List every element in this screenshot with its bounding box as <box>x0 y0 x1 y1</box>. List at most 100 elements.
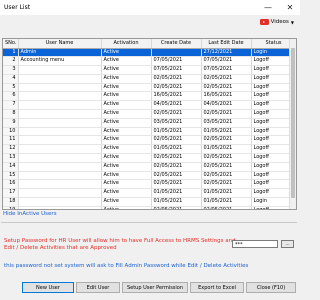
cell-last-edit-date: 27/12/2021 <box>201 48 252 58</box>
cell-user-name <box>18 91 102 102</box>
cell-last-edit-date: 01/05/2021 <box>201 144 252 155</box>
setup-user-permission-button[interactable]: Setup User Permission <box>122 282 188 293</box>
export-to-excel-button[interactable]: Export to Excel <box>190 282 244 293</box>
cell-create-date: 02/05/2021 <box>151 109 202 119</box>
table-row[interactable]: 12 Active 01/05/2021 01/05/2021 Logoff <box>3 144 296 155</box>
cell-last-edit-date: 02/05/2021 <box>201 153 252 163</box>
cell-sno: 7 <box>3 100 19 111</box>
cell-sno: 15 <box>3 171 19 181</box>
cell-create-date: 04/05/2021 <box>151 100 202 111</box>
table-row[interactable]: 15 Active 02/05/2021 02/05/2021 Logoff <box>3 171 296 181</box>
cell-last-edit-date: 01/05/2021 <box>201 127 252 137</box>
cell-create-date: 02/05/2021 <box>151 135 202 146</box>
minimize-button[interactable]: — <box>259 1 277 13</box>
cell-sno: 17 <box>3 188 19 199</box>
table-row[interactable]: 17 Active 01/05/2021 01/05/2021 Logoff <box>3 188 296 199</box>
videos-label: Videos <box>270 19 289 25</box>
close-button[interactable]: Close (F10) <box>246 282 296 293</box>
cell-sno: 2 <box>3 56 19 67</box>
table-row[interactable]: 6 Active 16/05/2021 16/05/2021 Logoff <box>3 91 296 102</box>
table-row[interactable]: 3 Active 07/05/2021 07/05/2021 Logoff <box>3 65 296 75</box>
cell-sno: 6 <box>3 91 19 102</box>
cell-create-date: 07/05/2021 <box>151 56 202 67</box>
vertical-scrollbar[interactable] <box>289 39 296 209</box>
cell-sno: 14 <box>3 162 19 172</box>
cell-user-name <box>18 74 102 84</box>
table-row[interactable]: 1 Admin Active 27/12/2021 Login <box>3 48 296 58</box>
scrollbar-thumb[interactable] <box>291 48 295 198</box>
edit-user-button[interactable]: Edit User <box>76 282 120 293</box>
cell-create-date: 02/05/2021 <box>151 179 202 190</box>
column-header[interactable]: Activation <box>101 39 152 49</box>
button-bar: New User Edit User Setup User Permission… <box>0 280 300 300</box>
user-list-window: User List — ✕ Videos ▼ SNo. User Name Acti… <box>0 0 300 300</box>
column-header[interactable]: Create Date <box>151 39 202 49</box>
new-user-button[interactable]: New User <box>22 282 74 293</box>
cell-activation: Active <box>101 179 152 190</box>
cell-user-name: Admin <box>18 48 102 58</box>
column-header[interactable]: Last Edit Date <box>201 39 252 49</box>
hide-inactive-users-link[interactable]: Hide InActive Users <box>3 211 57 217</box>
password-warning-text: this password not set system will ask to… <box>4 263 249 269</box>
cell-activation: Active <box>101 83 152 93</box>
title-bar: User List — ✕ <box>0 0 300 15</box>
cell-user-name <box>18 83 102 93</box>
cell-last-edit-date: 01/05/2021 <box>201 188 252 199</box>
table-row[interactable]: 16 Active 02/05/2021 02/05/2021 Logoff <box>3 179 296 190</box>
table-row[interactable]: 18 Active 01/05/2021 01/05/2021 Login <box>3 197 296 207</box>
column-header[interactable]: SNo. <box>3 39 19 49</box>
cell-sno: 9 <box>3 118 19 128</box>
videos-menu[interactable]: Videos ▼ <box>259 19 294 25</box>
table-row[interactable]: 5 Active 02/05/2021 02/05/2021 Logoff <box>3 83 296 93</box>
table-row[interactable]: 7 Active 04/05/2021 04/05/2021 Logoff <box>3 100 296 111</box>
table-body: 1 Admin Active 27/12/2021 Login 2 Accounting m… <box>3 48 296 209</box>
password-browse-button[interactable]: ... <box>281 240 294 248</box>
table-row[interactable]: 13 Active 02/05/2021 02/05/2021 Logoff <box>3 153 296 163</box>
password-field[interactable]: *** <box>232 240 278 248</box>
table-row[interactable]: 9 Active 03/05/2021 03/05/2021 Logoff <box>3 118 296 128</box>
cell-create-date: 07/05/2021 <box>151 65 202 75</box>
cell-last-edit-date: 07/05/2021 <box>201 56 252 67</box>
cell-sno: 11 <box>3 135 19 146</box>
table-row[interactable]: 11 Active 02/05/2021 02/05/2021 Logoff <box>3 135 296 146</box>
cell-last-edit-date: 02/05/2021 <box>201 109 252 119</box>
cell-sno: 4 <box>3 74 19 84</box>
table-row[interactable]: 2 Accounting menu Active 07/05/2021 07/05/20… <box>3 56 296 67</box>
cell-last-edit-date: 02/05/2021 <box>201 162 252 172</box>
cell-user-name <box>18 188 102 199</box>
cell-last-edit-date: 02/05/2021 <box>201 135 252 146</box>
cell-sno: 10 <box>3 127 19 137</box>
cell-create-date: 01/05/2021 <box>151 188 202 199</box>
cell-sno: 19 <box>3 206 19 209</box>
table-row[interactable]: 10 Active 01/05/2021 01/05/2021 Logoff <box>3 127 296 137</box>
cell-activation: Active <box>101 56 152 67</box>
close-window-button[interactable]: ✕ <box>281 1 299 13</box>
cell-user-name <box>18 127 102 137</box>
users-table: SNo. User Name Activation Create Date Last E… <box>3 39 296 209</box>
cell-create-date: 02/05/2021 <box>151 74 202 84</box>
cell-activation: Active <box>101 197 152 207</box>
cell-user-name <box>18 100 102 111</box>
cell-last-edit-date: 02/05/2021 <box>201 206 252 209</box>
cell-activation: Active <box>101 144 152 155</box>
table-row[interactable]: 8 Active 02/05/2021 02/05/2021 Logoff <box>3 109 296 119</box>
table-row[interactable]: 4 Active 02/05/2021 02/05/2021 Logoff <box>3 74 296 84</box>
cell-activation: Active <box>101 48 152 58</box>
cell-last-edit-date: 16/05/2021 <box>201 91 252 102</box>
cell-sno: 18 <box>3 197 19 207</box>
cell-activation: Active <box>101 74 152 84</box>
youtube-icon <box>259 19 269 25</box>
table-row[interactable]: 19 Active 02/05/2021 02/05/2021 Logoff <box>3 206 296 209</box>
cell-sno: 3 <box>3 65 19 75</box>
table-row[interactable]: 14 Active 02/05/2021 02/05/2021 Logoff <box>3 162 296 172</box>
users-grid[interactable]: SNo. User Name Activation Create Date Last E… <box>2 38 297 210</box>
cell-create-date: 02/05/2021 <box>151 153 202 163</box>
cell-create-date: 01/05/2021 <box>151 144 202 155</box>
cell-user-name <box>18 206 102 209</box>
table-header-row: SNo. User Name Activation Create Date Last E… <box>3 39 296 49</box>
cell-user-name <box>18 162 102 172</box>
cell-user-name <box>18 179 102 190</box>
cell-sno: 16 <box>3 179 19 190</box>
column-header[interactable]: User Name <box>18 39 102 49</box>
cell-activation: Active <box>101 153 152 163</box>
